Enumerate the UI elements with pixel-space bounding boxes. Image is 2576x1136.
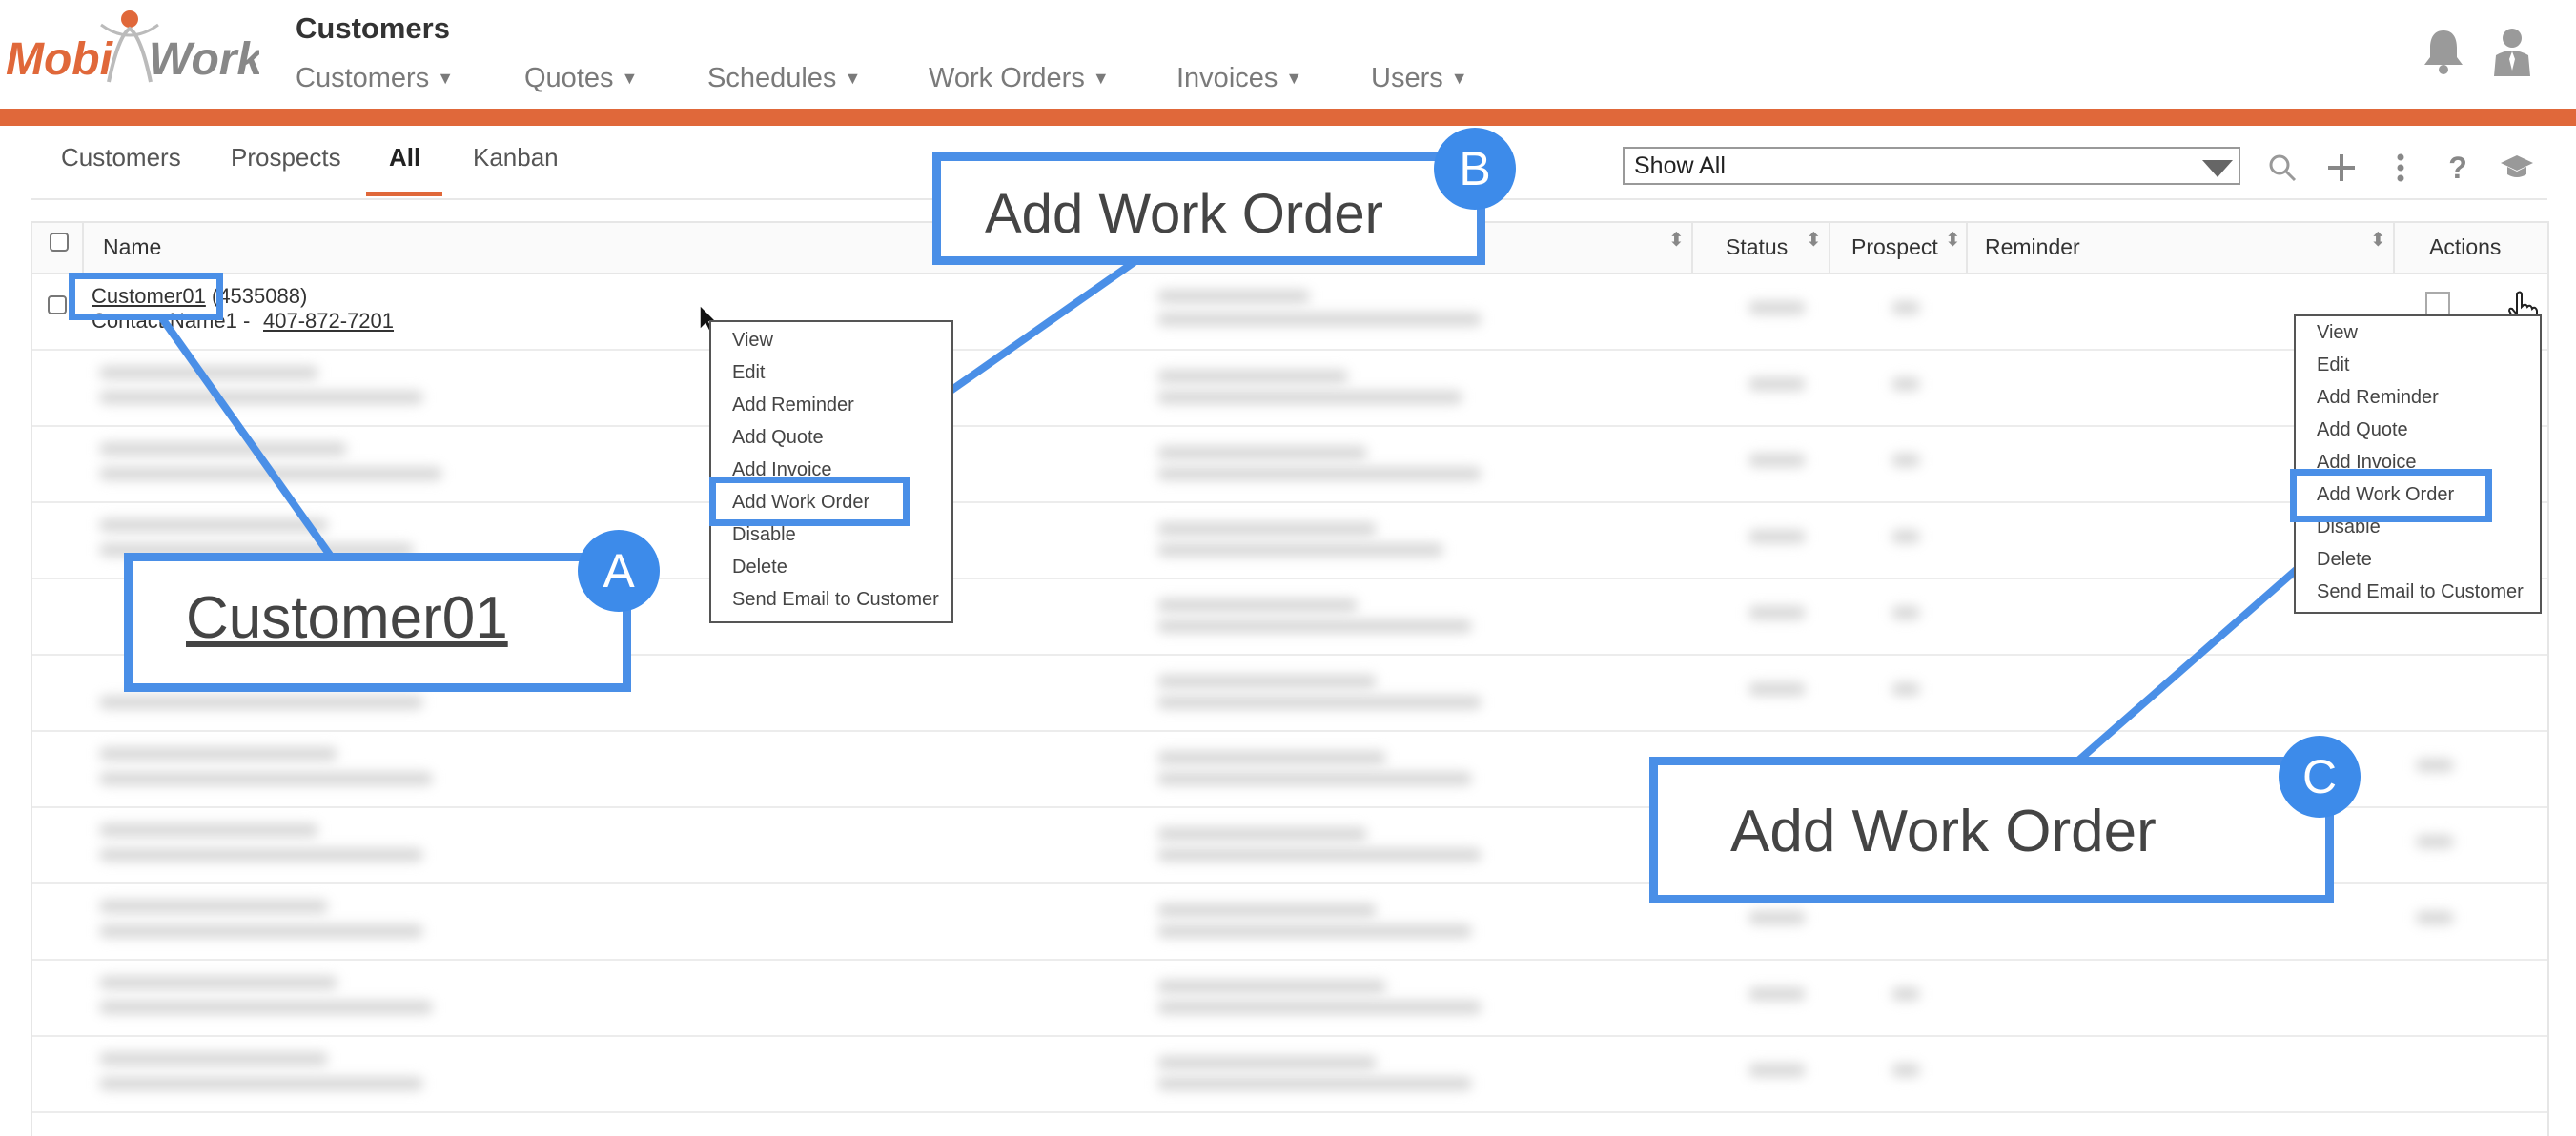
nav-users[interactable]: Users ▼: [1371, 59, 1504, 97]
subtabs: Customers Prospects All Kanban: [61, 143, 633, 198]
context-menu-left: View Edit Add Reminder Add Quote Add Inv…: [709, 320, 953, 623]
column-separator: [1829, 223, 1830, 273]
active-tab-indicator: [366, 192, 442, 196]
callout-b-text: Add Work Order: [985, 183, 1383, 245]
menu-item-delete[interactable]: Delete: [2317, 549, 2372, 571]
help-icon[interactable]: ?: [2439, 149, 2477, 187]
more-options-icon[interactable]: [2382, 149, 2420, 187]
menu-item-add-quote[interactable]: Add Quote: [2317, 419, 2408, 441]
menu-item-add-reminder[interactable]: Add Reminder: [2317, 387, 2439, 409]
chevron-down-icon: ▼: [844, 68, 862, 88]
callout-a-text: Customer01: [186, 585, 508, 651]
menu-item-send-email[interactable]: Send Email to Customer: [2317, 581, 2524, 603]
nav-customers[interactable]: Customers ▼: [296, 59, 524, 97]
search-icon[interactable]: [2263, 149, 2301, 187]
svg-text:Work: Work: [149, 34, 259, 85]
menu-item-view[interactable]: View: [2317, 322, 2358, 344]
tab-all[interactable]: All: [389, 143, 420, 172]
col-actions: Actions: [2429, 234, 2502, 259]
bell-icon[interactable]: [2422, 27, 2465, 74]
chevron-down-icon: ▼: [621, 68, 639, 88]
callout-a-badge: A: [578, 530, 660, 612]
table-row: [32, 425, 2547, 503]
phone-link[interactable]: 407-872-7201: [263, 309, 394, 334]
add-icon[interactable]: [2322, 149, 2361, 187]
sort-icon[interactable]: ⬍: [1945, 231, 1961, 250]
svg-text:Mobi: Mobi: [6, 34, 114, 85]
menu-item-disable[interactable]: Disable: [732, 524, 796, 546]
col-status[interactable]: Status: [1726, 234, 1788, 260]
chevron-down-icon: ▼: [1285, 68, 1303, 88]
highlight-add-work-order-right: [2290, 469, 2492, 522]
column-separator: [1691, 223, 1693, 273]
context-menu-right: View Edit Add Reminder Add Quote Add Inv…: [2294, 314, 2542, 614]
tab-prospects[interactable]: Prospects: [231, 143, 341, 172]
menu-item-delete[interactable]: Delete: [732, 557, 787, 578]
tab-customers[interactable]: Customers: [61, 143, 181, 172]
callout-c-badge: C: [2279, 736, 2361, 818]
graduation-cap-icon[interactable]: [2498, 149, 2536, 187]
sort-icon[interactable]: ⬍: [1806, 231, 1822, 250]
menu-item-edit[interactable]: Edit: [732, 362, 765, 384]
table-row: [32, 959, 2547, 1037]
sort-icon[interactable]: ⬍: [1668, 231, 1685, 250]
customer-id: (4535088): [212, 284, 308, 308]
callout-c-text: Add Work Order: [1730, 799, 2157, 864]
column-separator: [1966, 223, 1968, 273]
page-title: Customers: [296, 11, 450, 45]
table-row: [32, 349, 2547, 427]
nav-quotes[interactable]: Quotes ▼: [524, 59, 707, 97]
column-separator: [82, 223, 84, 273]
col-name[interactable]: Name: [103, 234, 161, 260]
highlight-add-work-order-left: [709, 477, 910, 526]
sort-icon[interactable]: ⬍: [2370, 231, 2386, 250]
filter-select[interactable]: Show All: [1623, 147, 2240, 185]
user-icon[interactable]: [2490, 27, 2534, 78]
chevron-down-icon: ▼: [1092, 68, 1110, 88]
dropdown-arrow-icon: [2202, 160, 2233, 177]
callout-b-badge: B: [1434, 128, 1516, 210]
callout-b-box: Add Work Order: [932, 152, 1485, 265]
highlight-customer-link: [69, 273, 223, 320]
nav-work-orders[interactable]: Work Orders ▼: [929, 59, 1176, 97]
chevron-down-icon: ▼: [437, 68, 455, 88]
menu-item-add-reminder[interactable]: Add Reminder: [732, 395, 854, 416]
nav-invoices[interactable]: Invoices ▼: [1176, 59, 1371, 97]
col-prospect[interactable]: Prospect: [1851, 234, 1938, 260]
chevron-down-icon: ▼: [1450, 68, 1468, 88]
filter-select-value: Show All: [1634, 152, 1726, 179]
tab-kanban[interactable]: Kanban: [473, 143, 559, 172]
table-row: [32, 273, 2547, 351]
callout-a-box: Customer01: [124, 553, 631, 692]
column-separator: [2393, 223, 2395, 273]
menu-item-add-quote[interactable]: Add Quote: [732, 427, 824, 449]
callout-c-box: Add Work Order: [1649, 757, 2334, 903]
col-reminder[interactable]: Reminder: [1985, 234, 2080, 260]
menu-item-view[interactable]: View: [732, 330, 773, 352]
menu-item-edit[interactable]: Edit: [2317, 355, 2349, 376]
row-checkbox[interactable]: [48, 295, 67, 314]
table-row: [32, 1035, 2547, 1113]
nav-schedules[interactable]: Schedules ▼: [707, 59, 929, 97]
mobiwork-logo[interactable]: Mobi Work: [6, 8, 264, 93]
menu-item-send-email[interactable]: Send Email to Customer: [732, 589, 939, 611]
select-all-checkbox[interactable]: [50, 233, 69, 252]
main-nav: Customers ▼ Quotes ▼ Schedules ▼ Work Order…: [296, 59, 1504, 97]
header-accent-bar: [0, 109, 2576, 126]
